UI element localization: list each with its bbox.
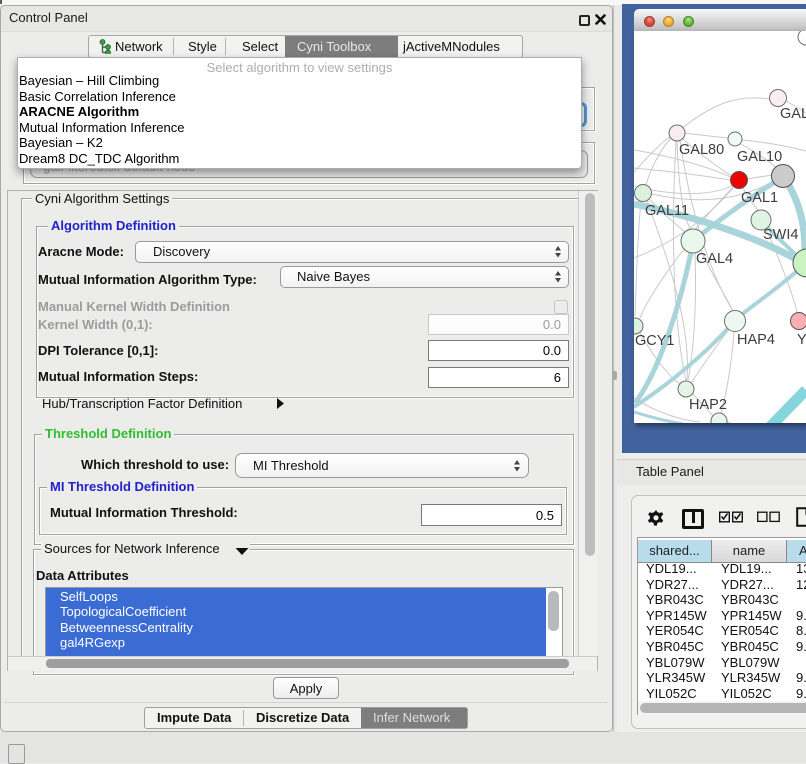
svg-text:GAL11: GAL11: [645, 203, 689, 219]
svg-text:GCY1: GCY1: [635, 333, 675, 349]
svg-text:YG: YG: [797, 332, 806, 348]
svg-text:GAL10: GAL10: [737, 149, 782, 165]
svg-text:SWI4: SWI4: [763, 227, 798, 243]
svg-text:GAL80: GAL80: [679, 142, 724, 158]
svg-text:GAL7: GAL7: [780, 106, 806, 122]
svg-text:HAP2: HAP2: [689, 397, 727, 413]
svg-text:HAP4: HAP4: [737, 332, 775, 348]
svg-text:GAL1: GAL1: [741, 190, 778, 206]
svg-text:GAL4: GAL4: [696, 251, 733, 267]
